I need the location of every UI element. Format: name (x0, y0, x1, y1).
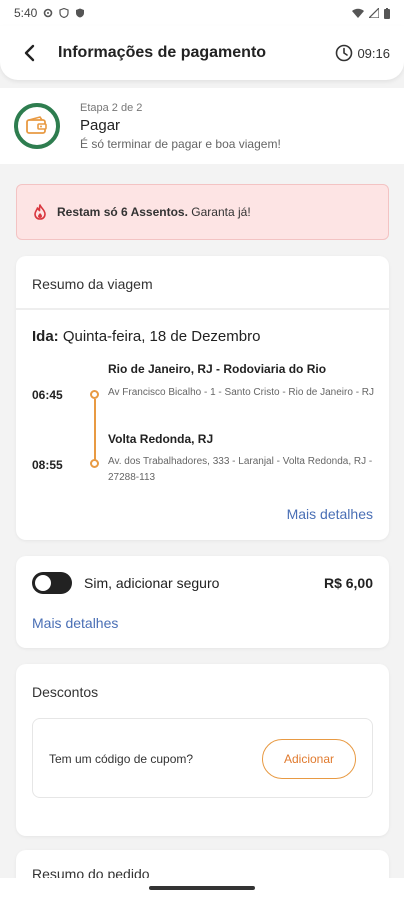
wallet-icon (26, 116, 47, 134)
back-button[interactable] (14, 38, 44, 68)
discounts-card: Descontos Tem um código de cupom? Adicio… (16, 664, 389, 836)
toggle-knob (35, 575, 51, 591)
page-title: Informações de pagamento (58, 44, 267, 61)
step-label: Etapa 2 de 2 (80, 101, 143, 114)
trip-more-details-link[interactable]: Mais detalhes (287, 506, 373, 522)
discounts-title: Descontos (32, 684, 99, 700)
add-coupon-button[interactable]: Adicionar (262, 739, 356, 779)
coupon-question: Tem um código de cupom? (49, 752, 194, 766)
step-indicator (14, 103, 60, 149)
timer-value: 09:16 (357, 45, 390, 61)
origin-name: Rio de Janeiro, RJ - Rodoviaria do Rio (108, 362, 327, 376)
arrival-time: 08:55 (32, 458, 63, 472)
seats-alert: Restam só 6 Assentos. Garanta já! (16, 184, 389, 240)
alert-text: Garanta já! (187, 205, 251, 219)
shield-outline-status-icon (59, 8, 69, 18)
trip-summary-title: Resumo da viagem (32, 276, 153, 292)
route-line (94, 399, 96, 463)
insurance-card: Sim, adicionar seguro R$ 6,00 Mais detal… (16, 556, 389, 648)
destination-name: Volta Redonda, RJ (108, 432, 214, 446)
outbound-label: Ida: (32, 328, 59, 345)
insurance-price: R$ 6,00 (323, 575, 373, 591)
wifi-icon (352, 8, 364, 18)
shield-status-icon (76, 8, 85, 18)
outbound-date-value: Quinta-feira, 18 de Dezembro (58, 328, 261, 345)
status-bar: 5:40 (0, 0, 404, 26)
home-gesture-handle[interactable] (149, 886, 255, 890)
insurance-more-details-link[interactable]: Mais detalhes (32, 615, 118, 631)
arrow-back-icon (24, 44, 35, 62)
fire-icon (33, 204, 47, 220)
outbound-date: Ida: Quinta-feira, 18 de Dezembro (32, 328, 260, 345)
destination-address: Av. dos Trabalhadores, 333 - Laranjal - … (108, 456, 373, 483)
alert-strong-text: Restam só 6 Assentos. (57, 205, 188, 219)
divider (16, 308, 389, 310)
origin-address: Av Francisco Bicalho - 1 - Santo Cristo … (108, 387, 375, 398)
step-title: Pagar (80, 116, 121, 134)
session-timer: 09:16 (335, 44, 390, 62)
gesture-nav-bar (0, 878, 404, 900)
checkout-step: Etapa 2 de 2 Pagar É só terminar de paga… (0, 88, 404, 164)
signal-icon (369, 8, 379, 18)
battery-icon (384, 7, 390, 19)
clock-icon (336, 44, 353, 62)
coupon-box: Tem um código de cupom? Adicionar (32, 718, 373, 798)
trip-summary-card: Resumo da viagem Ida: Quinta-feira, 18 d… (16, 256, 389, 540)
app-bar: Informações de pagamento 09:16 (0, 26, 404, 80)
status-time: 5:40 (14, 6, 38, 20)
origin-dot (90, 390, 99, 399)
insurance-toggle[interactable] (32, 572, 72, 594)
insurance-label: Sim, adicionar seguro (84, 575, 220, 591)
destination-dot (90, 459, 99, 468)
settings-status-icon (44, 8, 53, 18)
departure-time: 06:45 (32, 388, 63, 402)
step-subtitle: É só terminar de pagar e boa viagem! (80, 136, 281, 151)
